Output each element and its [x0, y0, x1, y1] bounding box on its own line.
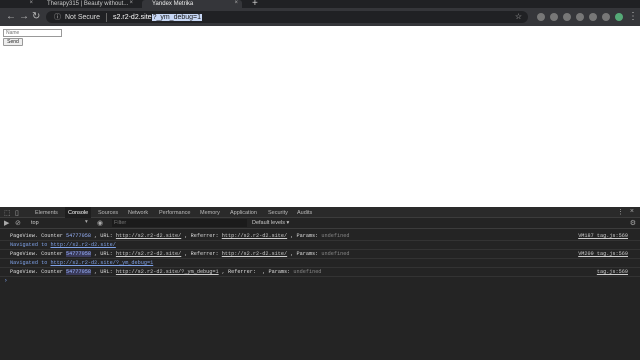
log-text: , URL:: [94, 269, 113, 275]
back-icon[interactable]: ←: [6, 11, 16, 23]
log-text: PageView. Counter: [10, 269, 63, 275]
close-tab-icon[interactable]: ×: [29, 0, 33, 6]
menu-kebab-icon[interactable]: ⋮: [628, 11, 638, 23]
log-text: PageView. Counter: [10, 251, 63, 257]
tab-network[interactable]: Network: [128, 207, 148, 218]
console-row-navigation: Navigated to http://s2.r2-d2.site/: [0, 241, 640, 250]
log-levels-dropdown[interactable]: Default levels ▾: [252, 220, 289, 226]
extension-icon[interactable]: [589, 13, 597, 21]
url-link[interactable]: http://s2.r2-d2.site/?_ym_debug=1: [50, 260, 153, 266]
close-devtools-icon[interactable]: ×: [630, 208, 634, 215]
url-link[interactable]: http://s2.r2-d2.site/: [116, 251, 181, 257]
tab-memory[interactable]: Memory: [200, 207, 220, 218]
browser-toolbar: ← → ↻ ⓘ Not Secure s2.r2-d2.site ?_ym_de…: [0, 8, 640, 26]
counter-id[interactable]: 54777058: [66, 269, 91, 275]
counter-id[interactable]: 54777058: [66, 233, 91, 239]
tab-title: Therapy315 | Beauty without...: [47, 1, 129, 7]
url-query: ?_ym_debug=1: [151, 13, 203, 21]
console-row: PageView. Counter 54777058 , URL: http:/…: [0, 268, 640, 277]
show-sidebar-icon[interactable]: ▶: [4, 219, 9, 227]
log-text: PageView. Counter: [10, 233, 63, 239]
log-text: , Params:: [290, 233, 319, 239]
extension-icon[interactable]: [537, 13, 545, 21]
console-row: PageView. Counter 54777058 , URL: http:/…: [0, 250, 640, 259]
log-text: , Referrer:: [184, 251, 219, 257]
browser-tab-active[interactable]: Yandex Metrika ×: [142, 0, 242, 8]
tab-application[interactable]: Application: [230, 207, 257, 218]
params-value: undefined: [321, 233, 350, 239]
close-tab-icon[interactable]: ×: [129, 0, 133, 6]
params-value: undefined: [293, 269, 322, 275]
log-text: , URL:: [94, 251, 113, 257]
more-options-icon[interactable]: ⋮: [617, 208, 624, 216]
name-input[interactable]: [3, 29, 62, 37]
extension-icon[interactable]: [550, 13, 558, 21]
log-text: , Params:: [290, 251, 319, 257]
tab-sources[interactable]: Sources: [98, 207, 118, 218]
device-toolbar-icon[interactable]: ▯: [15, 209, 19, 217]
devtools-tab-bar: ⬚ ▯ Elements Console Sources Network Per…: [0, 207, 640, 218]
referrer-link[interactable]: http://s2.r2-d2.site/: [222, 233, 287, 239]
source-link[interactable]: VM187 tag.js:569: [578, 233, 628, 239]
url-link[interactable]: http://s2.r2-d2.site/: [50, 242, 115, 248]
source-link[interactable]: VM209 tag.js:569: [578, 251, 628, 257]
profile-avatar[interactable]: [615, 13, 623, 21]
bookmark-star-icon[interactable]: ☆: [515, 11, 522, 23]
page-viewport: Send: [0, 26, 640, 207]
browser-tab-1[interactable]: ×: [0, 0, 37, 8]
log-text: Navigated to: [10, 260, 48, 266]
tab-strip: × Therapy315 | Beauty without... × Yandex…: [0, 0, 640, 9]
divider: [106, 12, 108, 22]
tab-security[interactable]: Security: [268, 207, 288, 218]
console-row-navigation: Navigated to http://s2.r2-d2.site/?_ym_d…: [0, 259, 640, 268]
params-value: undefined: [321, 251, 350, 257]
dropdown-arrow-icon[interactable]: ▾: [85, 219, 88, 225]
close-tab-icon[interactable]: ×: [234, 0, 238, 6]
reload-icon[interactable]: ↻: [32, 11, 40, 23]
tab-elements[interactable]: Elements: [35, 207, 58, 218]
inspect-element-icon[interactable]: ⬚: [4, 209, 11, 217]
source-link[interactable]: tag.js:569: [597, 269, 628, 275]
log-text: , URL:: [94, 233, 113, 239]
console-row: PageView. Counter 54777058 , URL: http:/…: [0, 232, 640, 241]
console-prompt-chevron-icon[interactable]: ›: [4, 277, 8, 284]
address-bar[interactable]: ⓘ Not Secure s2.r2-d2.site ?_ym_debug=1 …: [46, 11, 528, 23]
console-output: PageView. Counter 54777058 , URL: http:/…: [0, 230, 640, 360]
devtools-panel: ⬚ ▯ Elements Console Sources Network Per…: [0, 207, 640, 360]
send-button[interactable]: Send: [3, 38, 23, 46]
log-text: , Params:: [262, 269, 291, 275]
tab-performance[interactable]: Performance: [159, 207, 191, 218]
tab-audits[interactable]: Audits: [297, 207, 312, 218]
console-toolbar: ▶ ⊘ top ▾ ◉ Default levels ▾ ⚙: [0, 218, 640, 229]
tab-title: Yandex Metrika: [152, 1, 194, 7]
settings-gear-icon[interactable]: ⚙: [630, 219, 636, 227]
url-link[interactable]: http://s2.r2-d2.site/?_ym_debug=1: [116, 269, 219, 275]
referrer-link[interactable]: http://s2.r2-d2.site/: [222, 251, 287, 257]
url-link[interactable]: http://s2.r2-d2.site/: [116, 233, 181, 239]
clear-console-icon[interactable]: ⊘: [15, 219, 21, 227]
log-text: , Referrer:: [184, 233, 219, 239]
counter-id[interactable]: 54777058: [66, 251, 91, 257]
context-selector[interactable]: top: [31, 220, 39, 226]
log-text: Navigated to: [10, 242, 48, 248]
extension-icon[interactable]: [602, 13, 610, 21]
tab-console[interactable]: Console: [65, 207, 92, 218]
info-icon[interactable]: ⓘ: [54, 12, 61, 22]
url-host: s2.r2-d2.site: [113, 13, 152, 21]
live-expression-eye-icon[interactable]: ◉: [97, 219, 103, 227]
log-text: , Referrer:: [221, 269, 256, 275]
console-filter-input[interactable]: [112, 219, 247, 227]
browser-tab-2[interactable]: Therapy315 | Beauty without... ×: [37, 0, 137, 8]
security-label: Not Secure: [65, 13, 101, 21]
extension-icon[interactable]: [563, 13, 571, 21]
forward-icon[interactable]: →: [19, 11, 29, 23]
extension-icon[interactable]: [576, 13, 584, 21]
